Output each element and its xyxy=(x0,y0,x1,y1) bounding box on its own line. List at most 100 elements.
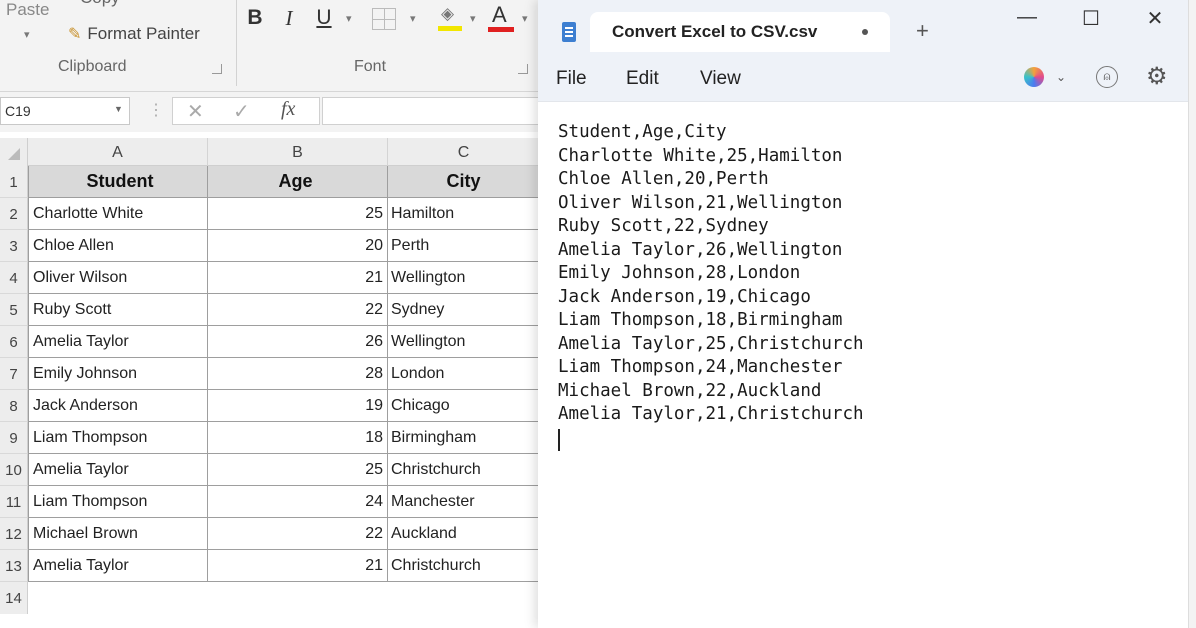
row-header[interactable]: 14 xyxy=(0,582,28,614)
cell-age[interactable]: 28 xyxy=(208,358,388,390)
cell-city[interactable]: Wellington xyxy=(388,262,540,294)
fill-color-icon[interactable]: ◈ xyxy=(438,4,462,32)
menu-file[interactable]: File xyxy=(556,68,587,90)
font-dialog-launcher-icon[interactable] xyxy=(518,64,528,74)
column-header-b[interactable]: B xyxy=(208,138,388,166)
row-header[interactable]: 5 xyxy=(0,294,28,326)
cancel-icon[interactable]: ✕ xyxy=(187,99,204,124)
row-header[interactable]: 4 xyxy=(0,262,28,294)
cell-city[interactable]: Manchester xyxy=(388,486,540,518)
formula-input[interactable] xyxy=(322,97,540,125)
new-tab-button[interactable]: + xyxy=(916,18,929,44)
fill-color-dropdown-icon[interactable]: ▾ xyxy=(470,12,476,25)
gear-icon[interactable]: ⚙ xyxy=(1146,62,1168,91)
italic-button[interactable]: I xyxy=(278,2,300,34)
cell-age[interactable]: 25 xyxy=(208,198,388,230)
cell-age[interactable]: 19 xyxy=(208,390,388,422)
cell-student[interactable]: Amelia Taylor xyxy=(28,326,208,358)
cell-student[interactable]: Liam Thompson xyxy=(28,422,208,454)
header-cell-age[interactable]: Age xyxy=(208,166,388,198)
cell-student[interactable]: Amelia Taylor xyxy=(28,550,208,582)
select-all-button[interactable] xyxy=(0,138,28,166)
font-color-button[interactable]: A xyxy=(488,2,514,34)
cell-age[interactable]: 21 xyxy=(208,550,388,582)
minimize-button[interactable]: — xyxy=(1004,6,1050,38)
cell-age[interactable]: 22 xyxy=(208,518,388,550)
menu-view[interactable]: View xyxy=(700,68,741,90)
enter-icon[interactable]: ✓ xyxy=(233,99,250,124)
underline-dropdown-icon[interactable]: ▾ xyxy=(346,12,352,25)
cell-city[interactable]: Wellington xyxy=(388,326,540,358)
header-cell-student[interactable]: Student xyxy=(28,166,208,198)
cell-student[interactable]: Charlotte White xyxy=(28,198,208,230)
cell-student[interactable]: Jack Anderson xyxy=(28,390,208,422)
row-header[interactable]: 10 xyxy=(0,454,28,486)
row-header[interactable]: 8 xyxy=(0,390,28,422)
account-icon[interactable]: ⍝ xyxy=(1096,66,1118,88)
row-header[interactable]: 12 xyxy=(0,518,28,550)
paste-dropdown-icon[interactable]: ▾ xyxy=(24,28,30,41)
column-header-a[interactable]: A xyxy=(28,138,208,166)
text-line: Amelia Taylor,25,Christchurch xyxy=(558,333,864,354)
cell-student[interactable]: Michael Brown xyxy=(28,518,208,550)
cell-age[interactable]: 20 xyxy=(208,230,388,262)
name-box-dropdown-icon[interactable]: ▼ xyxy=(114,104,123,114)
cell-city[interactable]: Hamilton xyxy=(388,198,540,230)
row-header[interactable]: 6 xyxy=(0,326,28,358)
cell-student[interactable]: Amelia Taylor xyxy=(28,454,208,486)
maximize-button[interactable]: ☐ xyxy=(1068,6,1114,38)
cell-age[interactable]: 26 xyxy=(208,326,388,358)
copilot-icon[interactable] xyxy=(1024,67,1044,87)
paste-button[interactable]: Paste xyxy=(6,0,49,20)
cell-student[interactable]: Ruby Scott xyxy=(28,294,208,326)
cell-city[interactable]: Christchurch xyxy=(388,454,540,486)
cell-city[interactable]: London xyxy=(388,358,540,390)
copilot-dropdown-icon[interactable]: ⌄ xyxy=(1056,70,1066,84)
cell-city[interactable]: Auckland xyxy=(388,518,540,550)
cell-city[interactable]: Perth xyxy=(388,230,540,262)
format-painter-button[interactable]: ✎ Format Painter xyxy=(68,22,200,46)
row-header[interactable]: 11 xyxy=(0,486,28,518)
table-row: 8 Jack Anderson 19 Chicago xyxy=(0,390,540,422)
underline-button[interactable]: U xyxy=(312,2,336,34)
cell-age[interactable]: 24 xyxy=(208,486,388,518)
borders-dropdown-icon[interactable]: ▾ xyxy=(410,12,416,25)
row-header[interactable]: 7 xyxy=(0,358,28,390)
borders-icon[interactable] xyxy=(372,8,396,30)
cell-age[interactable]: 21 xyxy=(208,262,388,294)
cell-student[interactable]: Chloe Allen xyxy=(28,230,208,262)
close-button[interactable]: ✕ xyxy=(1132,6,1178,38)
row-header[interactable]: 2 xyxy=(0,198,28,230)
tab-convert-excel-to-csv[interactable]: Convert Excel to CSV.csv xyxy=(590,12,890,52)
clipboard-dialog-launcher-icon[interactable] xyxy=(212,64,222,74)
cell-student[interactable]: Emily Johnson xyxy=(28,358,208,390)
notepad-window: Convert Excel to CSV.csv + — ☐ ✕ File Ed… xyxy=(538,0,1188,628)
copy-button[interactable]: Copy xyxy=(80,0,120,8)
cell-age[interactable]: 25 xyxy=(208,454,388,486)
unsaved-dot-icon[interactable] xyxy=(862,29,868,35)
cell-student[interactable]: Oliver Wilson xyxy=(28,262,208,294)
spreadsheet-grid[interactable]: A B C 1 Student Age City 2 Charlotte Whit… xyxy=(0,138,540,628)
cell-age[interactable]: 18 xyxy=(208,422,388,454)
bold-button[interactable]: B xyxy=(244,2,266,34)
column-header-c[interactable]: C xyxy=(388,138,540,166)
cell-city[interactable]: Sydney xyxy=(388,294,540,326)
paintbrush-icon: ✎ xyxy=(68,26,82,43)
text-editor[interactable]: Student,Age,City Charlotte White,25,Hamil… xyxy=(538,103,1188,628)
row-header[interactable]: 3 xyxy=(0,230,28,262)
cell-age[interactable]: 22 xyxy=(208,294,388,326)
formula-buttons: ✕ ✓ fx xyxy=(172,97,320,125)
row-header[interactable]: 13 xyxy=(0,550,28,582)
cell-city[interactable]: Chicago xyxy=(388,390,540,422)
menu-edit[interactable]: Edit xyxy=(626,68,659,90)
text-line: Student,Age,City xyxy=(558,122,727,142)
header-cell-city[interactable]: City xyxy=(388,166,540,198)
font-color-dropdown-icon[interactable]: ▾ xyxy=(522,12,528,25)
cell-city[interactable]: Christchurch xyxy=(388,550,540,582)
cell-city[interactable]: Birmingham xyxy=(388,422,540,454)
row-header[interactable]: 9 xyxy=(0,422,28,454)
cell-student[interactable]: Liam Thompson xyxy=(28,486,208,518)
row-header[interactable]: 1 xyxy=(0,166,28,198)
name-box[interactable]: C19 xyxy=(0,97,130,125)
insert-function-icon[interactable]: fx xyxy=(281,98,295,121)
